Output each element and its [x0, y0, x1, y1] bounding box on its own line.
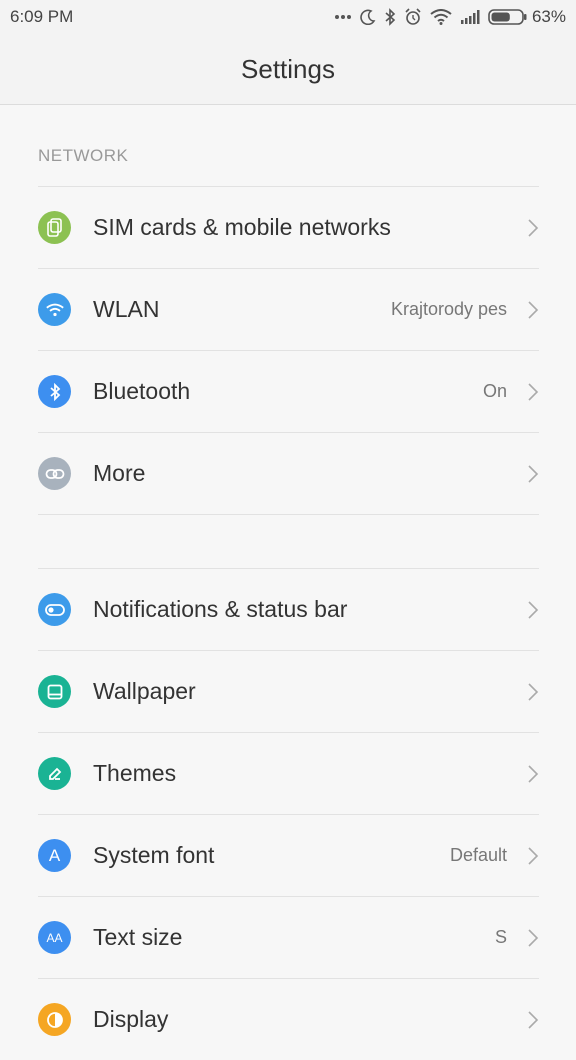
settings-row-brush[interactable]: Themes: [38, 732, 539, 814]
chevron-right-icon: [528, 1010, 539, 1029]
signal-icon: [460, 10, 480, 24]
settings-row-label: SIM cards & mobile networks: [93, 214, 391, 240]
settings-row-label: WLAN: [93, 296, 160, 322]
chevron-right-icon: [528, 218, 539, 237]
settings-row-label: Bluetooth: [93, 378, 191, 404]
settings-row-value: S: [494, 927, 507, 947]
wifi-icon: [38, 293, 71, 326]
icon-glyph: A: [48, 845, 61, 865]
chevron-right-icon: [528, 764, 539, 783]
chevron-right-icon: [528, 382, 539, 401]
settings-row-wallpaper[interactable]: Wallpaper: [38, 650, 539, 732]
chevron-right-icon: [528, 846, 539, 865]
chevron-right-icon: [528, 464, 539, 483]
text-size-icon: AA: [38, 921, 71, 954]
settings-row-label: More: [93, 460, 146, 486]
battery-percent: 63%: [531, 7, 566, 26]
settings-row-label: Display: [93, 1006, 169, 1032]
status-bar: 6:09 PM 63%: [0, 0, 576, 34]
battery-icon: [488, 9, 528, 25]
settings-row-font[interactable]: A System font Default: [38, 814, 539, 896]
settings-row-wifi[interactable]: WLAN Krajtorody pes: [38, 268, 539, 350]
app-header: Settings: [0, 34, 576, 105]
settings-row-display[interactable]: Display: [38, 978, 539, 1060]
settings-row-value: On: [482, 381, 507, 401]
alarm-icon: [404, 8, 422, 26]
section-title-network: NETWORK: [38, 146, 129, 165]
font-icon: A: [38, 839, 71, 872]
settings-row-text-size[interactable]: AA Text size S: [38, 896, 539, 978]
settings-row-label: System font: [93, 842, 215, 868]
settings-row-label: Themes: [93, 760, 177, 786]
toggle-icon: [38, 593, 71, 626]
bluetooth-icon: [38, 375, 71, 408]
display-icon: [38, 1003, 71, 1036]
settings-row-label: Notifications & status bar: [93, 596, 348, 622]
wifi-icon: [430, 9, 452, 25]
battery-indicator: 63%: [488, 7, 566, 27]
moon-icon: [360, 9, 376, 25]
settings-row-sim-card[interactable]: SIM cards & mobile networks: [38, 186, 539, 268]
link-icon: [38, 457, 71, 490]
network-settings-list: SIM cards & mobile networks WLAN Krajtorod…: [38, 186, 539, 515]
chevron-right-icon: [528, 928, 539, 947]
status-icons: 63%: [334, 7, 566, 27]
chevron-right-icon: [528, 682, 539, 701]
system-settings-list: Notifications & status bar Wallpaper Theme…: [38, 568, 539, 1060]
settings-row-value: Krajtorody pes: [390, 299, 507, 319]
chevron-right-icon: [528, 600, 539, 619]
more-dots-icon: [334, 14, 352, 20]
settings-row-label: Wallpaper: [93, 678, 196, 704]
page-title: Settings: [241, 53, 335, 84]
wallpaper-icon: [38, 675, 71, 708]
settings-row-link[interactable]: More: [38, 432, 539, 515]
settings-row-value: Default: [449, 845, 507, 865]
chevron-right-icon: [528, 300, 539, 319]
settings-row-bluetooth[interactable]: Bluetooth On: [38, 350, 539, 432]
sim-card-icon: [38, 211, 71, 244]
brush-icon: [38, 757, 71, 790]
bluetooth-icon: [384, 8, 396, 26]
settings-row-toggle[interactable]: Notifications & status bar: [38, 568, 539, 650]
status-time: 6:09 PM: [10, 7, 74, 26]
icon-glyph: AA: [46, 930, 63, 945]
settings-row-label: Text size: [93, 924, 183, 950]
